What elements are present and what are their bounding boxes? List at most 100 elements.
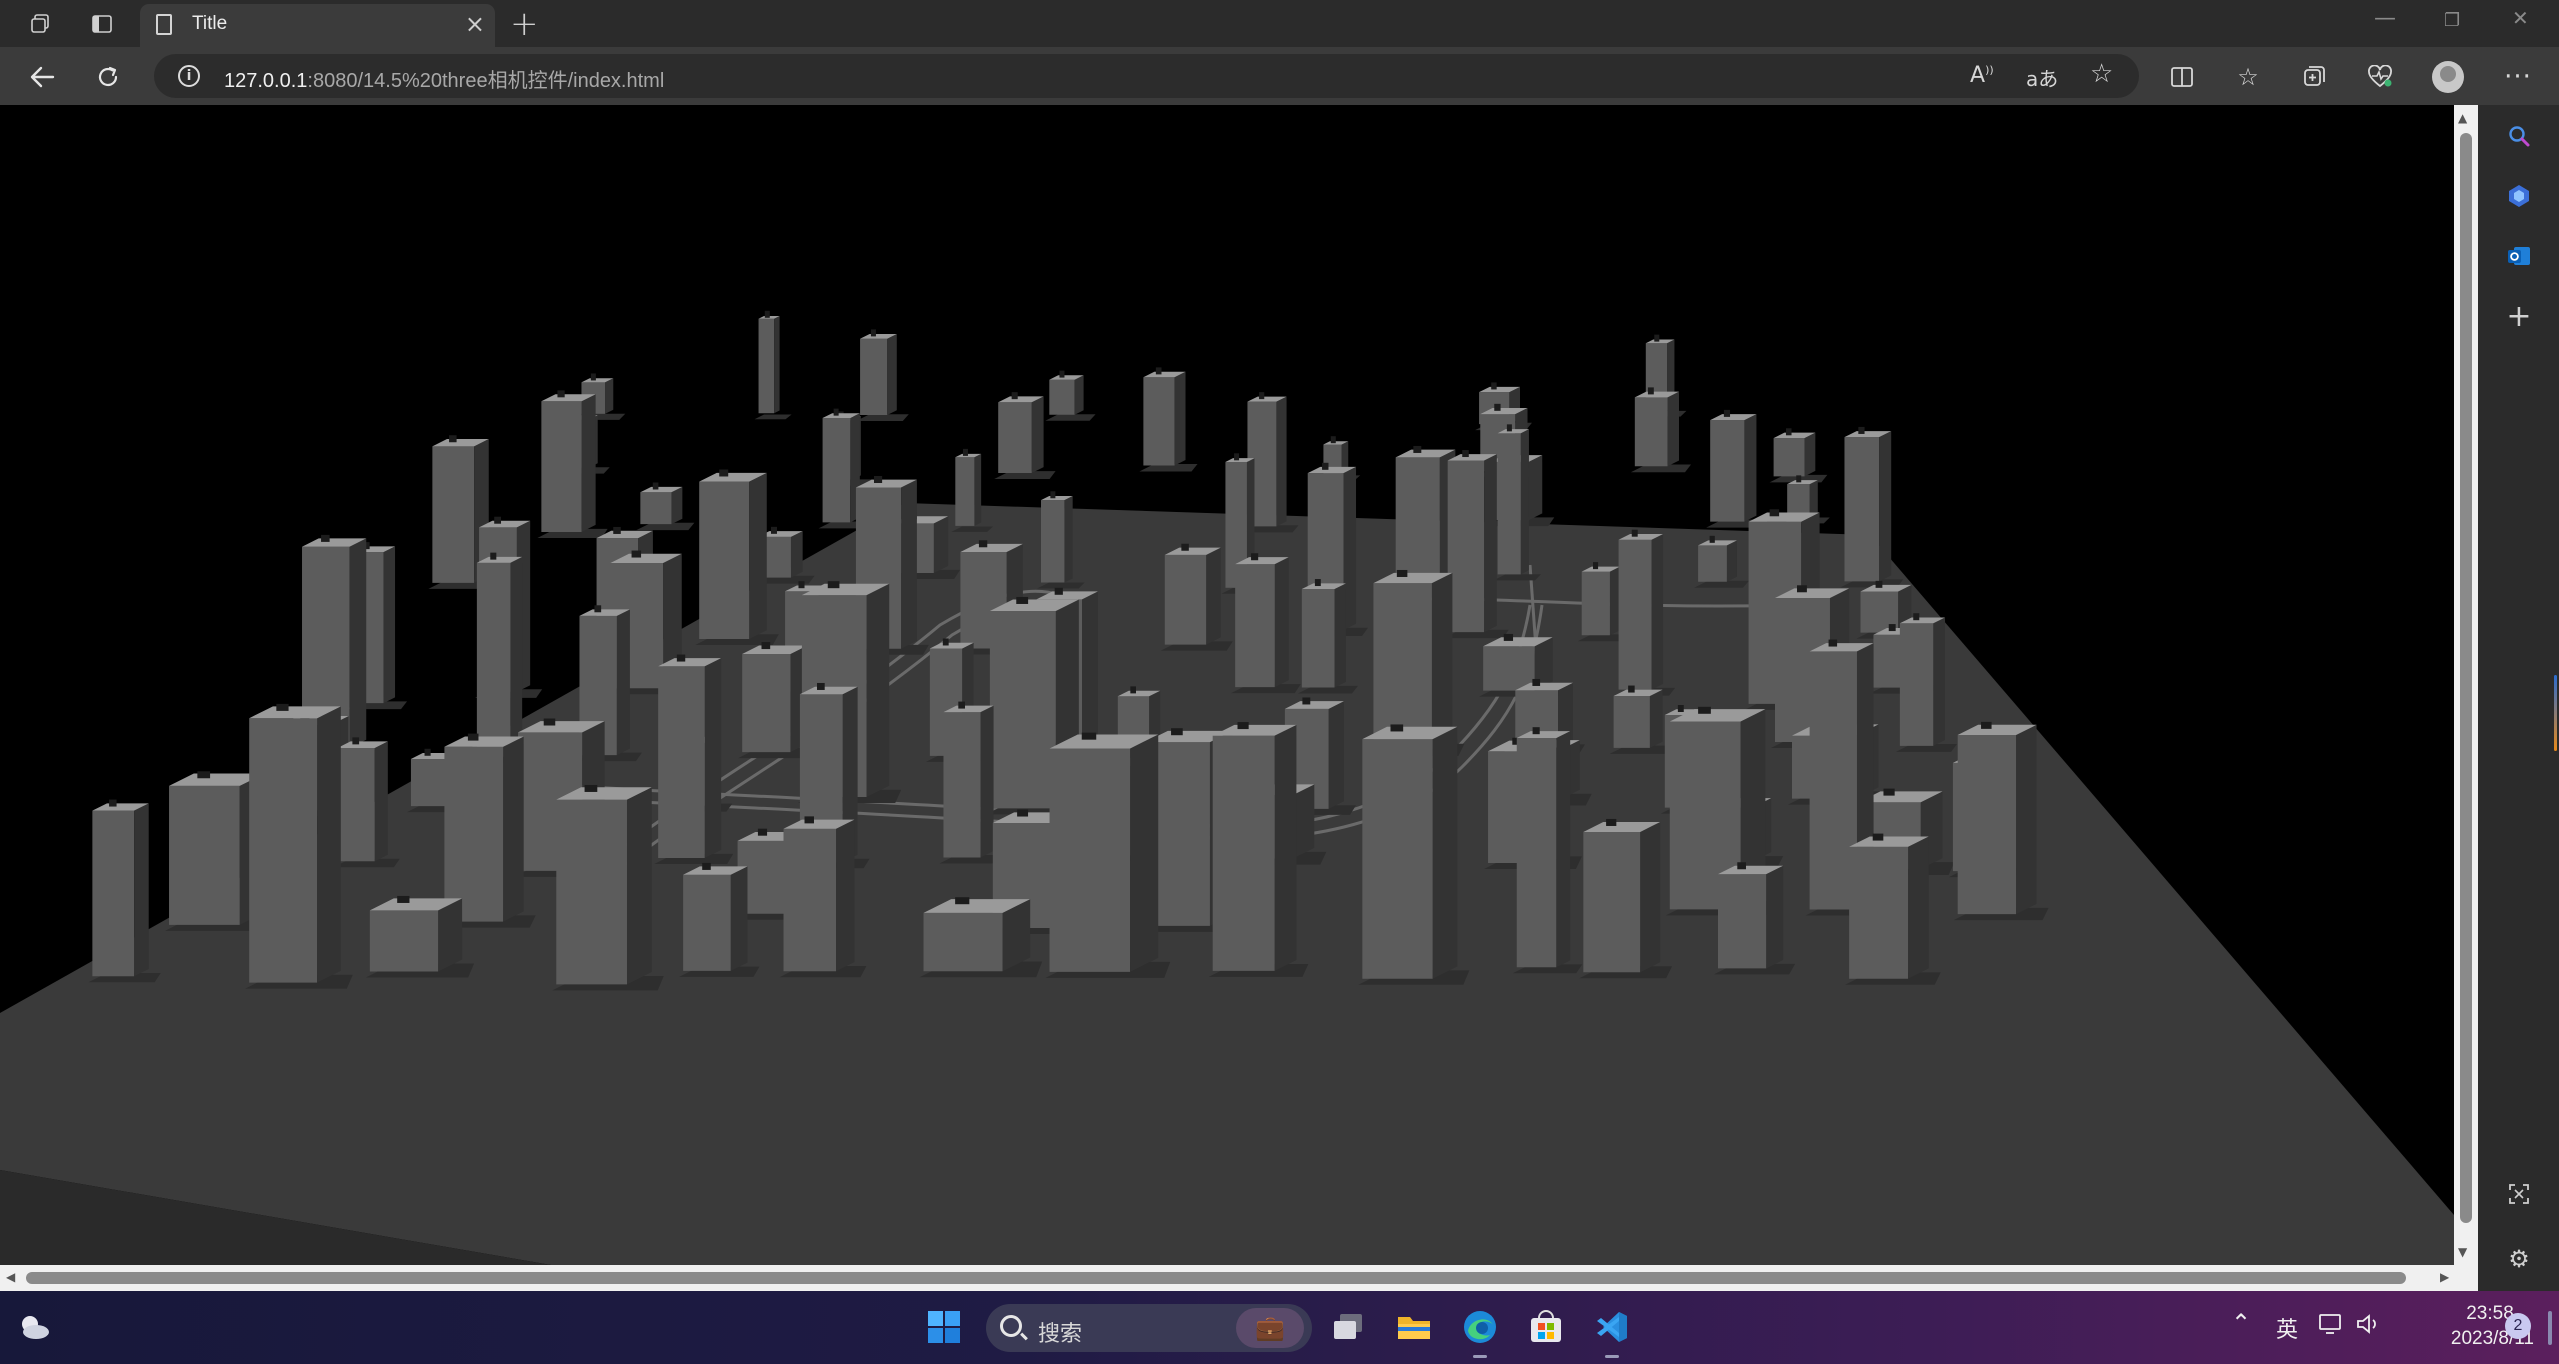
briefcase-icon[interactable]: 💼 (1236, 1308, 1304, 1348)
profile-avatar[interactable] (2432, 61, 2464, 93)
roof-unit (1081, 732, 1097, 740)
building-front (923, 912, 1003, 972)
translate-icon[interactable]: aあ (2026, 63, 2058, 92)
outlook-icon[interactable] (2502, 239, 2536, 273)
building-front (1634, 397, 1668, 467)
more-icon[interactable]: ··· (2500, 59, 2536, 95)
star-icon[interactable]: ☆ (2090, 59, 2113, 89)
roof-unit (1181, 543, 1189, 551)
roof-unit (109, 799, 117, 807)
roof-unit (397, 895, 410, 903)
tab-close-button[interactable]: × (465, 10, 485, 38)
roof-unit (798, 581, 805, 589)
scroll-left-arrow[interactable]: ◀ (6, 1270, 15, 1284)
building-side (1804, 432, 1816, 477)
favorites-icon[interactable]: ☆ (2230, 59, 2266, 95)
roof-unit (1155, 367, 1162, 375)
building-side (605, 378, 614, 414)
building-side (1528, 455, 1543, 521)
copilot-icon[interactable] (2502, 179, 2536, 213)
workspaces-icon[interactable] (24, 8, 56, 40)
roof-unit (1503, 633, 1514, 641)
building-side (1074, 375, 1084, 415)
scroll-down-arrow[interactable]: ▼ (2458, 1245, 2467, 1259)
address-bar[interactable]: i 127.0.0.1:8080/14.5%20three相机控件/index.… (154, 54, 2139, 98)
roof-unit (827, 581, 840, 589)
roof-unit (1130, 686, 1136, 694)
sidebar-scroll-indicator (2554, 675, 2557, 751)
weather-icon[interactable] (12, 1305, 56, 1349)
roof-unit (1981, 721, 1992, 729)
building-front (541, 401, 582, 532)
building-side (1276, 396, 1287, 527)
vertical-scroll-thumb[interactable] (2460, 133, 2472, 1223)
building-front (640, 492, 672, 525)
split-screen-icon[interactable] (2164, 59, 2200, 95)
building-front (369, 910, 439, 972)
building-side (1609, 566, 1620, 636)
building-front (955, 457, 975, 526)
read-aloud-icon[interactable]: A)) (1970, 63, 1994, 88)
building-side (1082, 591, 1098, 743)
building-side (349, 538, 367, 749)
building-front (1618, 539, 1652, 690)
roof-unit (590, 373, 596, 381)
tab-actions-icon[interactable] (86, 8, 118, 40)
building-front (783, 828, 837, 972)
building-front (860, 338, 888, 415)
task-view-icon[interactable] (1326, 1305, 1370, 1349)
tray-overflow-chevron-icon[interactable]: ⌃ (2231, 1309, 2251, 1338)
network-icon[interactable] (2316, 1309, 2346, 1339)
three-canvas[interactable] (0, 105, 2454, 1270)
show-desktop-button[interactable] (2548, 1311, 2552, 1345)
tab-active[interactable]: Title × (140, 4, 495, 47)
roof-unit (1872, 833, 1884, 841)
roof-unit (1314, 579, 1321, 587)
taskbar-search[interactable]: 搜索 💼 (986, 1304, 1312, 1352)
screenshot-icon[interactable] (2502, 1177, 2536, 1211)
building-base (754, 414, 792, 420)
add-sidebar-app-icon[interactable]: + (2502, 299, 2536, 334)
roof-unit (631, 550, 642, 558)
file-explorer-icon[interactable] (1392, 1305, 1436, 1349)
url-text[interactable]: 127.0.0.1:8080/14.5%20three相机控件/index.ht… (224, 64, 664, 93)
close-window-button[interactable]: ✕ (2512, 6, 2529, 30)
browser-essentials-icon[interactable] (2362, 59, 2398, 95)
notification-badge[interactable]: 2 (2505, 1313, 2531, 1339)
collections-icon[interactable] (2296, 59, 2332, 95)
ime-indicator[interactable]: 英 (2276, 1312, 2298, 1344)
info-icon[interactable]: i (178, 65, 200, 87)
restore-button[interactable]: ❐ (2444, 10, 2460, 31)
microsoft-store-icon[interactable] (1524, 1305, 1568, 1349)
refresh-icon[interactable] (90, 59, 126, 95)
url-path: :8080/14.5%20three相机控件/index.html (307, 70, 665, 92)
city-scene[interactable] (0, 105, 2454, 1270)
building-front (699, 481, 750, 639)
building-side (374, 741, 388, 862)
building-side (1484, 454, 1497, 633)
volume-icon[interactable] (2354, 1309, 2384, 1339)
search-icon[interactable] (2502, 119, 2536, 153)
building-side (1766, 865, 1784, 969)
settings-gear-icon[interactable]: ⚙ (2502, 1242, 2536, 1276)
roof-unit (870, 329, 876, 337)
minimize-button[interactable]: — (2374, 6, 2396, 31)
roof-unit (352, 737, 360, 745)
building-front (1212, 735, 1275, 971)
edge-browser-icon[interactable] (1458, 1305, 1502, 1349)
start-windows-icon[interactable] (922, 1305, 966, 1349)
roof-unit (557, 390, 565, 398)
horizontal-scroll-thumb[interactable] (26, 1272, 2406, 1284)
scroll-right-arrow[interactable]: ▶ (2440, 1270, 2449, 1284)
horizontal-scrollbar[interactable]: ◀ ▶ (0, 1265, 2478, 1291)
building-front (1516, 738, 1557, 968)
vscode-icon[interactable] (1590, 1305, 1634, 1349)
back-arrow-icon[interactable] (24, 59, 60, 95)
scroll-up-arrow[interactable]: ▲ (2458, 111, 2467, 125)
new-tab-button[interactable]: + (510, 4, 539, 44)
roof-unit (1491, 382, 1497, 390)
vertical-scrollbar[interactable]: ▲ ▼ (2454, 105, 2478, 1265)
roof-unit (1532, 678, 1541, 686)
building-side (1726, 540, 1737, 582)
roof-unit (1858, 426, 1865, 434)
